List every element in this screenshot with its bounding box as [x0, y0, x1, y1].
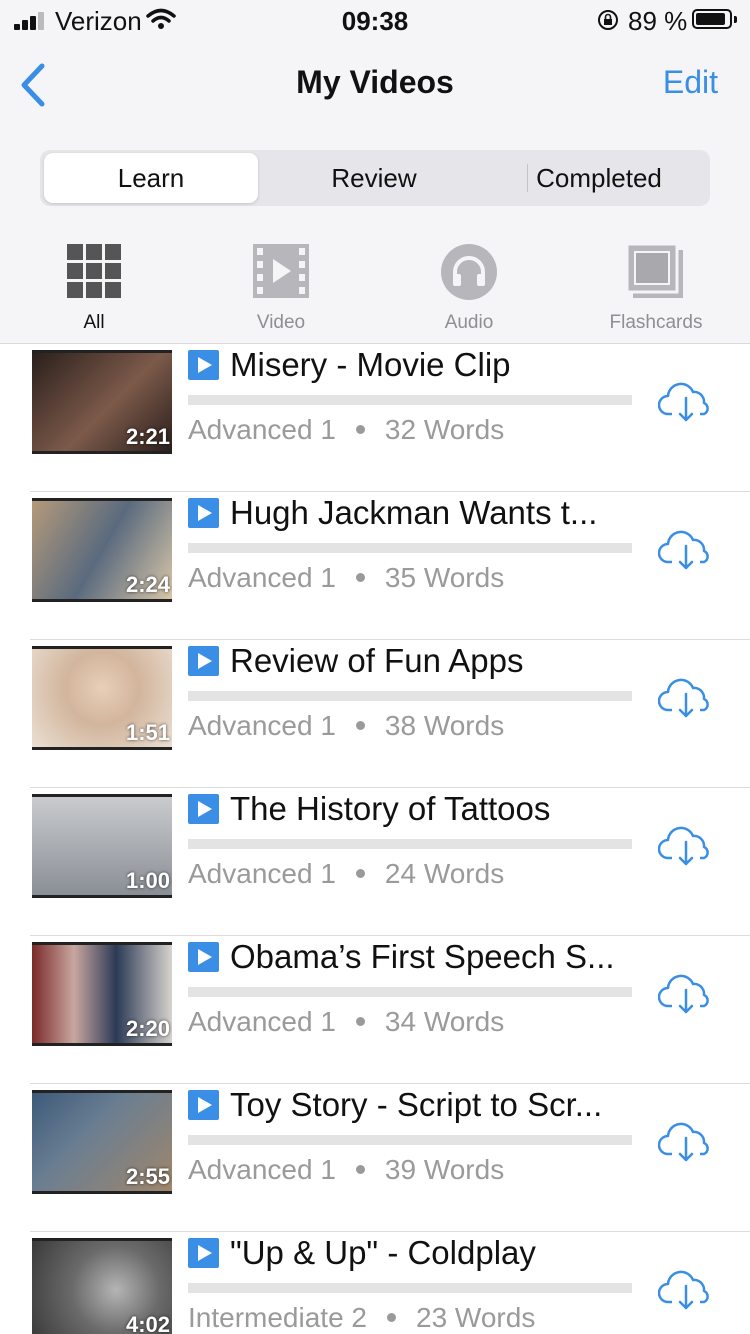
play-icon — [188, 1090, 219, 1120]
video-thumbnail: 2:21 — [32, 350, 172, 454]
segment-review[interactable]: Review — [262, 150, 486, 206]
filter-flashcards-label: Flashcards — [609, 312, 703, 333]
video-title: The History of Tattoos — [230, 790, 551, 827]
video-title: Toy Story - Script to Scr... — [230, 1086, 603, 1123]
video-duration: 2:24 — [125, 572, 170, 597]
play-icon — [188, 646, 219, 676]
video-duration: 4:02 — [125, 1312, 170, 1334]
video-title: Misery - Movie Clip — [230, 346, 511, 383]
filter-flashcards[interactable]: Flashcards — [566, 244, 746, 334]
cloud-download-icon[interactable] — [658, 676, 714, 720]
video-thumbnail: 2:20 — [32, 942, 172, 1046]
video-row[interactable]: 1:00 The History of Tattoos Advanced 1 24… — [30, 788, 750, 936]
video-thumbnail: 2:24 — [32, 498, 172, 602]
video-meta: Advanced 1 32 Words — [188, 414, 504, 446]
video-title: Obama’s First Speech S... — [230, 938, 615, 975]
edit-button[interactable]: Edit — [663, 64, 718, 101]
flashcards-icon — [627, 244, 683, 298]
progress-bar — [188, 543, 632, 553]
video-meta: Advanced 1 34 Words — [188, 1006, 504, 1038]
video-duration: 1:00 — [125, 868, 170, 893]
grid-icon — [67, 244, 121, 298]
cloud-download-icon[interactable] — [658, 824, 714, 868]
video-row[interactable]: 2:55 Toy Story - Script to Scr... Advanc… — [30, 1084, 750, 1232]
video-row[interactable]: 2:20 Obama’s First Speech S... Advanced … — [30, 936, 750, 1084]
video-title: "Up & Up" - Coldplay — [230, 1234, 536, 1271]
video-level: Intermediate 2 — [188, 1302, 367, 1333]
video-title: Hugh Jackman Wants t... — [230, 494, 598, 531]
video-thumbnail: 1:00 — [32, 794, 172, 898]
video-meta: Advanced 1 39 Words — [188, 1154, 504, 1186]
video-word-count: 34 Words — [384, 1006, 505, 1037]
video-meta: Advanced 1 35 Words — [188, 562, 504, 594]
progress-bar — [188, 691, 632, 701]
video-level: Advanced 1 — [188, 414, 336, 445]
headphones-icon — [441, 244, 497, 300]
battery-icon — [692, 9, 737, 29]
filter-video-label: Video — [256, 312, 306, 333]
video-meta: Intermediate 2 23 Words — [188, 1302, 535, 1334]
filter-video[interactable]: Video — [191, 244, 371, 334]
progress-bar — [188, 1283, 632, 1293]
segment-completed[interactable]: Completed — [490, 150, 708, 206]
progress-bar — [188, 395, 632, 405]
video-title: Review of Fun Apps — [230, 642, 524, 679]
cloud-download-icon[interactable] — [658, 1268, 714, 1312]
play-icon — [188, 794, 219, 824]
filter-audio[interactable]: Audio — [379, 244, 559, 334]
battery-percent: 89 % — [628, 6, 688, 36]
video-meta: Advanced 1 24 Words — [188, 858, 504, 890]
cloud-download-icon[interactable] — [658, 380, 714, 424]
play-icon — [188, 1238, 219, 1268]
video-duration: 1:51 — [125, 720, 170, 745]
orientation-lock-icon — [598, 10, 618, 30]
video-word-count: 35 Words — [384, 562, 505, 593]
page-title: My Videos — [296, 64, 454, 100]
status-bar: Verizon 09:38 89 % — [0, 0, 750, 40]
filter-audio-label: Audio — [444, 312, 494, 333]
video-level: Advanced 1 — [188, 1006, 336, 1037]
filter-all-label: All — [83, 312, 105, 333]
video-row[interactable]: 4:02 "Up & Up" - Coldplay Intermediate 2… — [30, 1232, 750, 1334]
play-icon — [188, 498, 219, 528]
video-level: Advanced 1 — [188, 858, 336, 889]
play-icon — [188, 942, 219, 972]
video-word-count: 23 Words — [416, 1302, 536, 1333]
video-duration: 2:21 — [125, 424, 170, 449]
progress-bar — [188, 987, 632, 997]
video-duration: 2:20 — [125, 1016, 170, 1041]
filter-all[interactable]: All — [4, 244, 184, 334]
video-word-count: 39 Words — [384, 1154, 505, 1185]
video-word-count: 38 Words — [384, 710, 505, 741]
cloud-download-icon[interactable] — [658, 972, 714, 1016]
cloud-download-icon[interactable] — [658, 1120, 714, 1164]
segment-learn[interactable]: Learn — [44, 153, 258, 203]
film-icon — [253, 244, 309, 298]
video-level: Advanced 1 — [188, 710, 336, 741]
progress-bar — [188, 839, 632, 849]
video-list: 2:21 Misery - Movie Clip Advanced 1 32 Wo… — [0, 344, 750, 1334]
segmented-control: Learn Review Completed — [40, 150, 710, 206]
video-level: Advanced 1 — [188, 562, 336, 593]
video-word-count: 24 Words — [384, 858, 505, 889]
video-meta: Advanced 1 38 Words — [188, 710, 504, 742]
video-thumbnail: 4:02 — [32, 1238, 172, 1334]
video-word-count: 32 Words — [384, 414, 505, 445]
video-row[interactable]: 2:24 Hugh Jackman Wants t... Advanced 1 3… — [30, 492, 750, 640]
video-level: Advanced 1 — [188, 1154, 336, 1185]
video-row[interactable]: 2:21 Misery - Movie Clip Advanced 1 32 Wo… — [30, 344, 750, 492]
video-thumbnail: 2:55 — [32, 1090, 172, 1194]
video-thumbnail: 1:51 — [32, 646, 172, 750]
play-icon — [188, 350, 219, 380]
progress-bar — [188, 1135, 632, 1145]
video-duration: 2:55 — [125, 1164, 170, 1189]
cloud-download-icon[interactable] — [658, 528, 714, 572]
video-row[interactable]: 1:51 Review of Fun Apps Advanced 1 38 Wor… — [30, 640, 750, 788]
header-area: Verizon 09:38 89 % My Videos Edit Learn … — [0, 0, 750, 344]
